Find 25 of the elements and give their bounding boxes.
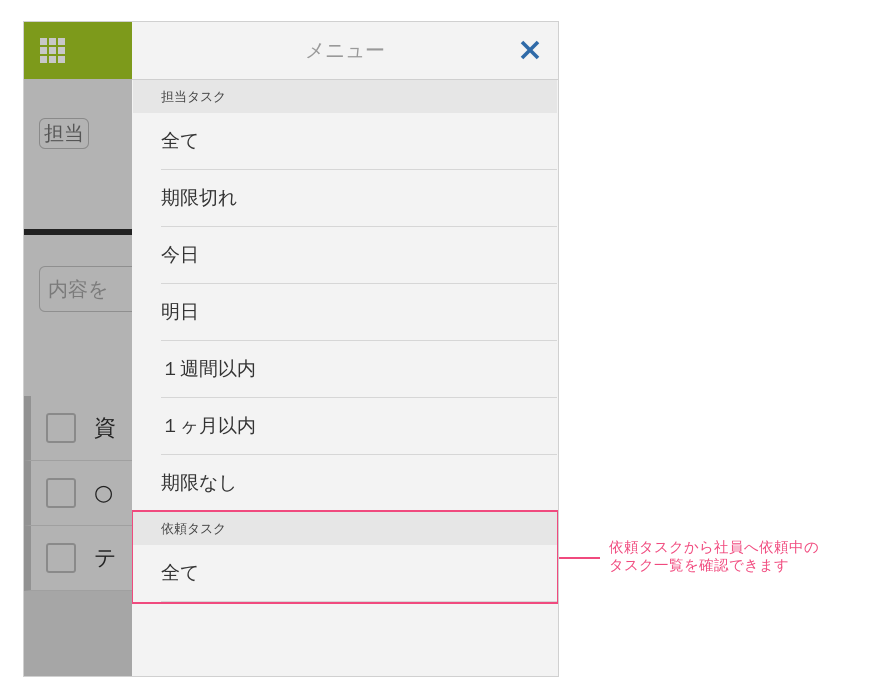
task-row[interactable]: 資 bbox=[24, 396, 132, 461]
task-title: テ bbox=[94, 545, 117, 573]
checkbox[interactable] bbox=[46, 543, 76, 573]
grid-icon[interactable] bbox=[40, 38, 65, 63]
assignee-badge: 担当 bbox=[39, 118, 89, 149]
section-heading: 担当タスク bbox=[133, 80, 557, 113]
menu-item[interactable]: 今日 bbox=[161, 227, 557, 284]
task-title: 資 bbox=[94, 415, 116, 443]
section-heading: 依頼タスク bbox=[133, 512, 557, 545]
menu-item[interactable]: １週間以内 bbox=[161, 341, 557, 398]
menu-item[interactable]: 明日 bbox=[161, 284, 557, 341]
annotation-text: 依頼タスクから社員へ依頼中の bbox=[609, 539, 819, 557]
search-field[interactable]: 内容を bbox=[39, 266, 132, 312]
menu-item[interactable]: 全て bbox=[161, 545, 557, 602]
menu-item[interactable]: １ヶ月以内 bbox=[161, 398, 557, 455]
menu-item[interactable]: 期限切れ bbox=[161, 170, 557, 227]
task-row[interactable]: テ bbox=[24, 526, 132, 591]
annotation-text: タスク一覧を確認できます bbox=[609, 557, 789, 575]
checkbox[interactable] bbox=[46, 413, 76, 443]
menu-title: メニュー bbox=[305, 37, 385, 64]
close-icon[interactable] bbox=[519, 39, 541, 61]
menu-item[interactable]: 全て bbox=[161, 113, 557, 170]
task-title: ○ bbox=[94, 480, 114, 506]
checkbox[interactable] bbox=[46, 478, 76, 508]
task-row[interactable]: ○ bbox=[24, 461, 132, 526]
